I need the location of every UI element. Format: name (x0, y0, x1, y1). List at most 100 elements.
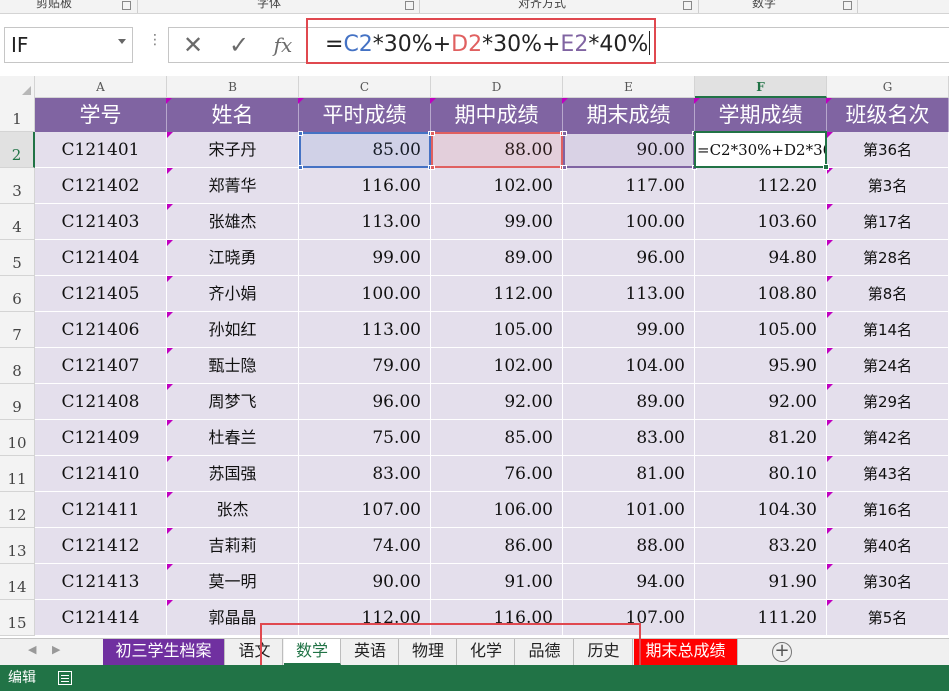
table-cell[interactable]: 79.00 (299, 348, 431, 384)
table-cell[interactable]: 孙如红 (167, 312, 299, 348)
table-cell[interactable]: 100.00 (299, 276, 431, 312)
column-header-f[interactable]: F (695, 76, 827, 98)
table-cell[interactable]: 90.00 (563, 132, 695, 168)
cancel-icon[interactable]: ✕ (179, 31, 207, 59)
table-cell[interactable]: 75.00 (299, 420, 431, 456)
table-cell[interactable]: 91.90 (695, 564, 827, 600)
table-cell[interactable]: 江晓勇 (167, 240, 299, 276)
chevron-down-icon[interactable] (118, 39, 126, 44)
add-sheet-button[interactable]: + (772, 642, 792, 662)
active-cell-editor[interactable]: =C2*30%+D2*30%+E2*40% (695, 132, 827, 168)
header-cell[interactable]: 学期成绩 (695, 98, 827, 132)
row-header-4[interactable]: 4 (0, 204, 35, 240)
table-cell[interactable]: 104.30 (695, 492, 827, 528)
table-cell[interactable]: 第8名 (827, 276, 949, 312)
table-cell[interactable]: 第30名 (827, 564, 949, 600)
header-cell[interactable]: 学号 (35, 98, 167, 132)
table-cell[interactable]: 96.00 (563, 240, 695, 276)
table-cell[interactable]: 105.00 (431, 312, 563, 348)
table-cell[interactable]: C121402 (35, 168, 167, 204)
row-header-2[interactable]: 2 (0, 132, 35, 168)
clipboard-launcher-icon[interactable] (122, 1, 131, 10)
table-cell[interactable]: C121406 (35, 312, 167, 348)
tab-scroll-left-icon[interactable]: ◀ (28, 643, 36, 656)
enter-icon[interactable]: ✓ (225, 31, 253, 59)
table-cell[interactable]: 94.00 (563, 564, 695, 600)
table-cell[interactable]: 85.00 (299, 132, 431, 168)
table-cell[interactable]: 第29名 (827, 384, 949, 420)
row-header-12[interactable]: 12 (0, 492, 35, 528)
table-cell[interactable]: 第36名 (827, 132, 949, 168)
table-cell[interactable]: 第28名 (827, 240, 949, 276)
row-header-8[interactable]: 8 (0, 348, 35, 384)
table-cell[interactable]: 张雄杰 (167, 204, 299, 240)
row-header-7[interactable]: 7 (0, 312, 35, 348)
table-cell[interactable]: 113.00 (299, 312, 431, 348)
table-cell[interactable]: 99.00 (299, 240, 431, 276)
table-cell[interactable]: C121413 (35, 564, 167, 600)
table-cell[interactable]: 94.80 (695, 240, 827, 276)
macro-record-icon[interactable] (58, 671, 72, 685)
table-cell[interactable]: 76.00 (431, 456, 563, 492)
column-header-g[interactable]: G (827, 76, 949, 98)
row-header-5[interactable]: 5 (0, 240, 35, 276)
row-header-11[interactable]: 11 (0, 456, 35, 492)
table-cell[interactable]: 112.20 (695, 168, 827, 204)
table-cell[interactable]: 99.00 (563, 312, 695, 348)
table-cell[interactable]: 宋子丹 (167, 132, 299, 168)
table-cell[interactable]: 102.00 (431, 348, 563, 384)
table-cell[interactable]: 100.00 (563, 204, 695, 240)
table-cell[interactable]: 张杰 (167, 492, 299, 528)
column-header-c[interactable]: C (299, 76, 431, 98)
table-cell[interactable]: 第24名 (827, 348, 949, 384)
column-header-b[interactable]: B (167, 76, 299, 98)
table-cell[interactable]: 第16名 (827, 492, 949, 528)
row-header-13[interactable]: 13 (0, 528, 35, 564)
table-cell[interactable]: 80.10 (695, 456, 827, 492)
table-cell[interactable]: 杜春兰 (167, 420, 299, 456)
table-cell[interactable]: 81.20 (695, 420, 827, 456)
table-cell[interactable]: 第3名 (827, 168, 949, 204)
table-cell[interactable]: C121409 (35, 420, 167, 456)
header-cell[interactable]: 平时成绩 (299, 98, 431, 132)
row-header-14[interactable]: 14 (0, 564, 35, 600)
select-all-button[interactable] (0, 76, 35, 98)
table-cell[interactable]: 81.00 (563, 456, 695, 492)
table-cell[interactable]: 郑菁华 (167, 168, 299, 204)
column-header-a[interactable]: A (35, 76, 167, 98)
table-cell[interactable]: 99.00 (431, 204, 563, 240)
number-launcher-icon[interactable] (843, 1, 852, 10)
row-header-1[interactable]: 1 (0, 98, 35, 132)
header-cell[interactable]: 姓名 (167, 98, 299, 132)
row-header-15[interactable]: 15 (0, 600, 35, 636)
table-cell[interactable]: 103.60 (695, 204, 827, 240)
column-header-e[interactable]: E (563, 76, 695, 98)
font-launcher-icon[interactable] (405, 1, 414, 10)
table-cell[interactable]: 第42名 (827, 420, 949, 456)
table-cell[interactable]: 116.00 (299, 168, 431, 204)
table-cell[interactable]: 90.00 (299, 564, 431, 600)
table-cell[interactable]: 齐小娟 (167, 276, 299, 312)
header-cell[interactable]: 班级名次 (827, 98, 949, 132)
table-cell[interactable]: 106.00 (431, 492, 563, 528)
table-cell[interactable]: C121411 (35, 492, 167, 528)
table-cell[interactable]: 第40名 (827, 528, 949, 564)
table-cell[interactable]: 107.00 (299, 492, 431, 528)
table-cell[interactable]: 102.00 (431, 168, 563, 204)
row-header-6[interactable]: 6 (0, 276, 35, 312)
table-cell[interactable]: 113.00 (563, 276, 695, 312)
alignment-launcher-icon[interactable] (683, 1, 692, 10)
table-cell[interactable]: 92.00 (695, 384, 827, 420)
table-cell[interactable]: 周梦飞 (167, 384, 299, 420)
table-cell[interactable]: C121414 (35, 600, 167, 636)
column-header-d[interactable]: D (431, 76, 563, 98)
table-cell[interactable]: C121404 (35, 240, 167, 276)
table-cell[interactable]: 83.00 (299, 456, 431, 492)
insert-function-icon[interactable]: fx (269, 31, 297, 59)
table-cell[interactable]: 吉莉莉 (167, 528, 299, 564)
table-cell[interactable]: C121412 (35, 528, 167, 564)
table-cell[interactable]: C121401 (35, 132, 167, 168)
table-cell[interactable]: C121410 (35, 456, 167, 492)
table-cell[interactable]: C121403 (35, 204, 167, 240)
table-cell[interactable]: 117.00 (563, 168, 695, 204)
